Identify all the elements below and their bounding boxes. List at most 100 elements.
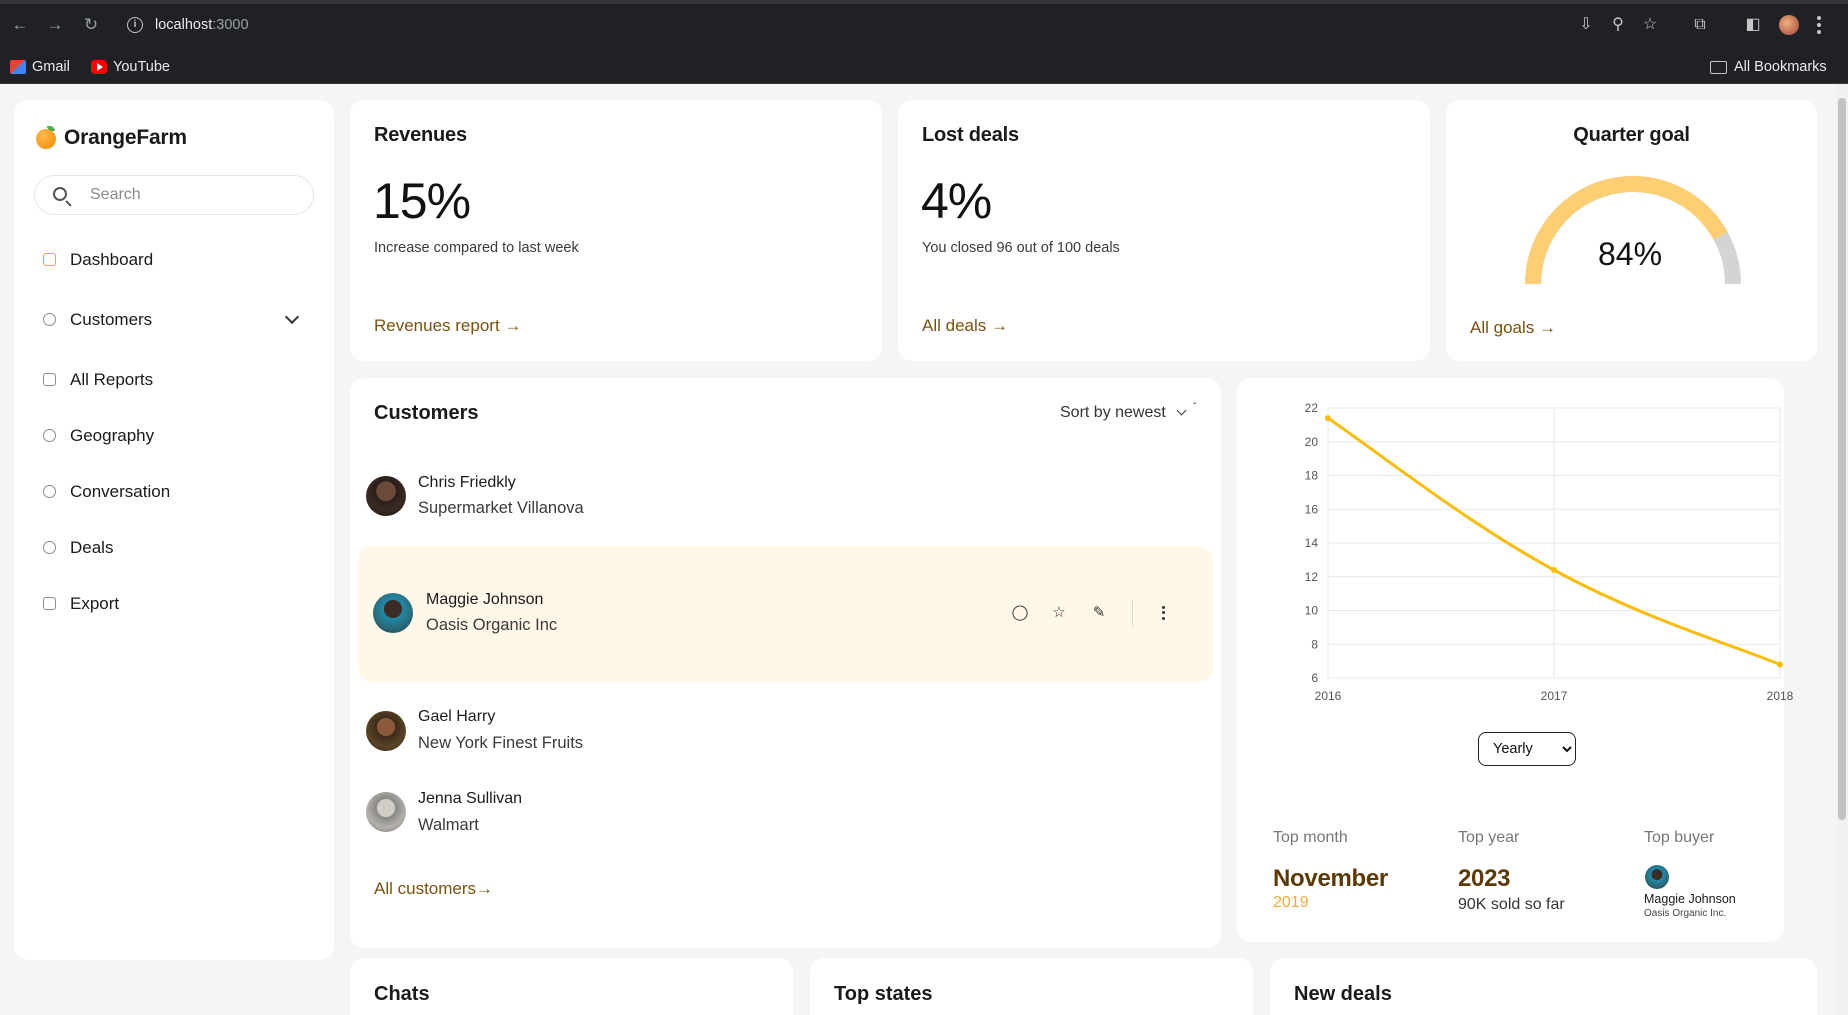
lost-deals-subtitle: You closed 96 out of 100 deals: [922, 240, 1120, 256]
lost-deals-value: 4%: [921, 173, 992, 229]
customer-row[interactable]: [358, 460, 1213, 532]
extensions-icon[interactable]: ⧉: [1690, 15, 1710, 35]
customer-name: Chris Friedkly: [418, 474, 516, 491]
folder-icon: [1710, 61, 1727, 74]
site-info-icon[interactable]: i: [127, 17, 143, 33]
browser-menu-icon[interactable]: [1816, 14, 1822, 36]
all-bookmarks[interactable]: All Bookmarks: [1710, 55, 1827, 79]
users-icon: [43, 313, 56, 326]
y-tick-label: 10: [1305, 604, 1319, 618]
reload-icon[interactable]: ↻: [80, 14, 102, 36]
avatar: [366, 711, 406, 751]
install-app-icon[interactable]: ⇩: [1576, 15, 1596, 35]
chat-icon: [43, 485, 56, 498]
y-tick-label: 20: [1305, 435, 1319, 449]
sidebar-item-conversation[interactable]: Conversation: [34, 474, 314, 510]
address-bar[interactable]: [112, 10, 1582, 40]
chats-title: Chats: [374, 983, 430, 1005]
tab-strip: [0, 0, 1848, 4]
sidebar-item-deals[interactable]: Deals: [34, 530, 314, 566]
forward-icon[interactable]: →: [44, 14, 66, 36]
row-divider: [1132, 601, 1133, 627]
sidebar-item-label: Dashboard: [70, 250, 154, 269]
customer-name: Jenna Sullivan: [418, 790, 523, 807]
deals-icon: [43, 541, 56, 554]
top-buyer-label: Top buyer: [1644, 829, 1715, 846]
customer-row[interactable]: [358, 696, 1213, 768]
sidebar-item-geography[interactable]: Geography: [34, 418, 314, 454]
revenues-report-link[interactable]: Revenues report →: [374, 316, 521, 336]
back-icon[interactable]: ←: [9, 14, 31, 36]
globe-icon: [43, 429, 56, 442]
bookmark-youtube[interactable]: YouTube: [91, 55, 170, 79]
customer-row[interactable]: [358, 778, 1213, 850]
sort-mark: ˇ: [1193, 402, 1197, 413]
sidebar-item-label: Deals: [70, 538, 114, 557]
top-year-sold: 90K sold so far: [1458, 896, 1565, 913]
youtube-icon: [91, 60, 107, 74]
url-text[interactable]: localhost:3000: [155, 17, 249, 33]
star-icon[interactable]: ☆: [1050, 604, 1068, 622]
y-tick-label: 14: [1305, 536, 1319, 550]
top-buyer-company: Oasis Organic Inc.: [1644, 908, 1727, 919]
orange-icon: [36, 126, 56, 149]
new-deals-title: New deals: [1294, 983, 1392, 1005]
avatar: [373, 593, 413, 633]
x-tick-label: 2018: [1767, 689, 1794, 703]
top-buyer-name: Maggie Johnson: [1644, 892, 1736, 906]
report-icon: [43, 373, 56, 386]
y-tick-label: 12: [1305, 570, 1319, 584]
gmail-icon: [10, 60, 26, 74]
brand-logo[interactable]: OrangeFarm: [36, 124, 187, 152]
more-vertical-icon[interactable]: [1162, 604, 1166, 622]
sales-line-chart: 6 8 10 12 14 16 18 20 22 2016 2017 2018: [1305, 401, 1794, 703]
bookmark-gmail[interactable]: Gmail: [10, 55, 70, 79]
customer-name: Gael Harry: [418, 708, 496, 725]
customers-title: Customers: [374, 402, 479, 424]
data-point: [1551, 567, 1557, 573]
sidebar-item-all-reports[interactable]: All Reports: [34, 362, 314, 398]
top-states-title: Top states: [834, 983, 933, 1005]
period-select[interactable]: Yearly: [1478, 732, 1576, 766]
y-tick-label: 18: [1305, 469, 1319, 483]
sidebar-item-export[interactable]: Export: [34, 586, 314, 622]
top-year-value: 2023: [1458, 865, 1511, 892]
data-point: [1325, 415, 1331, 422]
lost-deals-title: Lost deals: [922, 124, 1019, 146]
sidebar-item-label: All Reports: [70, 370, 154, 389]
sidebar-item-dashboard[interactable]: Dashboard: [34, 242, 314, 278]
y-tick-label: 6: [1311, 671, 1318, 685]
chevron-down-icon[interactable]: [284, 309, 300, 325]
chat-bubble-icon[interactable]: ◯: [1011, 604, 1029, 622]
dashboard-icon: [43, 253, 56, 266]
profile-avatar[interactable]: [1779, 15, 1799, 35]
side-panel-icon[interactable]: ◧: [1743, 15, 1763, 35]
customer-company: Walmart: [418, 816, 479, 834]
revenues-title: Revenues: [374, 124, 467, 146]
sidebar-item-label: Geography: [70, 426, 155, 445]
sidebar-item-label: Export: [70, 594, 120, 613]
top-month-year: 2019: [1273, 894, 1309, 911]
data-point: [1777, 661, 1783, 668]
search-input[interactable]: [90, 183, 290, 207]
sort-dropdown[interactable]: Sort by newest: [1060, 404, 1166, 422]
all-customers-link[interactable]: All customers→: [374, 879, 493, 899]
top-month-value: November: [1273, 865, 1388, 892]
all-goals-link[interactable]: All goals →: [1470, 318, 1556, 338]
scrollbar-thumb[interactable]: [1838, 98, 1846, 820]
customer-row[interactable]: [358, 546, 1213, 682]
sidebar-item-customers[interactable]: Customers: [34, 302, 314, 338]
bookmark-star-icon[interactable]: ☆: [1640, 15, 1660, 35]
customer-company: Oasis Organic Inc: [426, 616, 558, 634]
x-tick-label: 2017: [1541, 689, 1568, 703]
top-year-label: Top year: [1458, 829, 1520, 846]
sidebar-item-label: Customers: [70, 310, 153, 329]
zoom-icon[interactable]: ⚲: [1608, 15, 1628, 35]
quarter-goal-value: 84%: [1597, 236, 1663, 272]
x-tick-label: 2016: [1315, 689, 1342, 703]
search-icon: [53, 187, 67, 201]
y-tick-label: 16: [1305, 502, 1319, 516]
y-tick-label: 22: [1305, 401, 1319, 415]
pencil-icon[interactable]: ✎: [1090, 604, 1108, 622]
all-deals-link[interactable]: All deals →: [922, 316, 1008, 336]
